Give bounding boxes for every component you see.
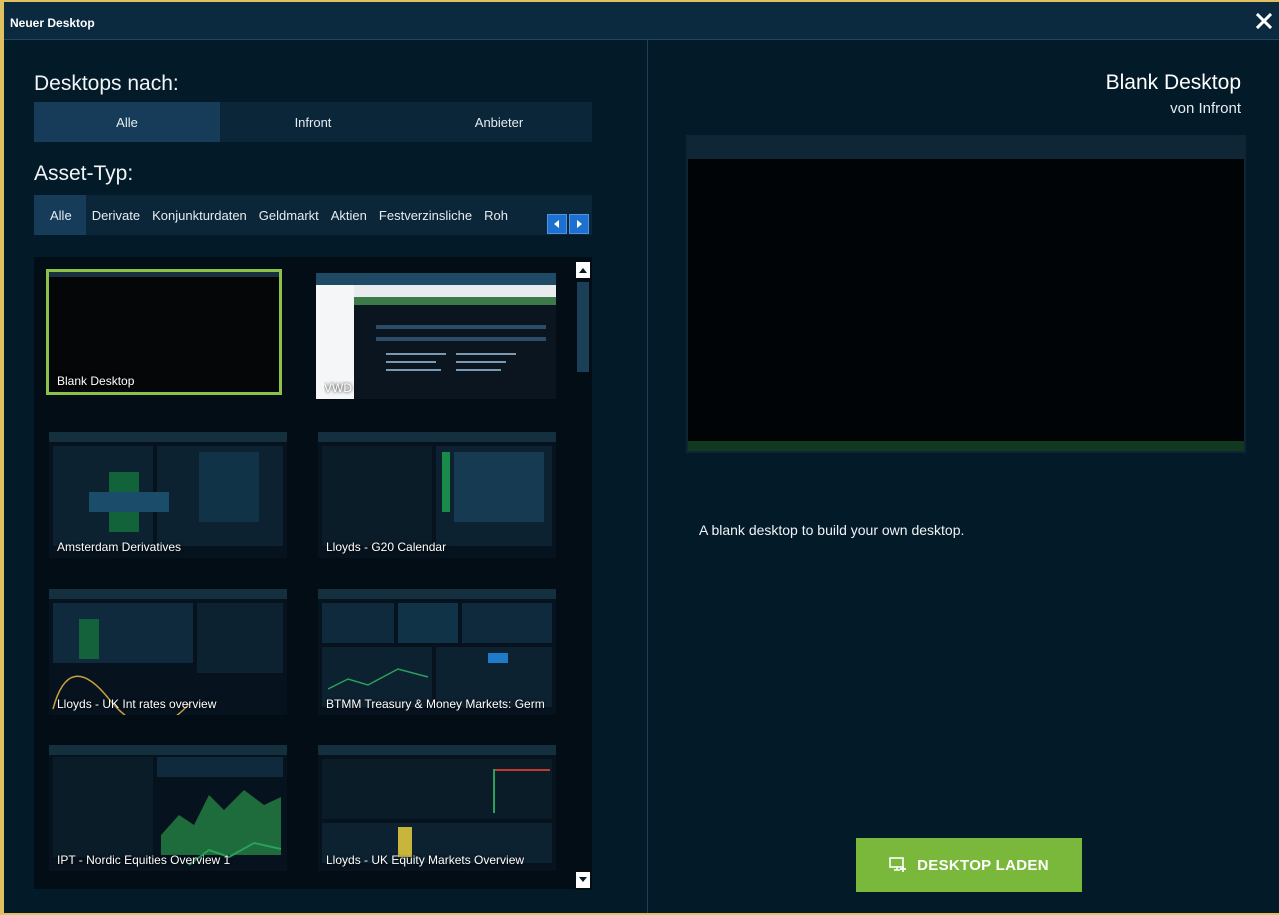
filter-all[interactable]: Alle (34, 102, 220, 142)
dialog-title: Neuer Desktop (10, 16, 95, 30)
selected-desktop-title: Blank Desktop (1105, 71, 1241, 94)
load-desktop-button[interactable]: DESKTOP LADEN (856, 838, 1082, 892)
desktops-by-heading: Desktops nach: (34, 72, 179, 95)
panel-divider (647, 40, 648, 913)
scrollbar-thumb[interactable] (577, 282, 589, 372)
desktop-card-label: Lloyds - G20 Calendar (326, 540, 447, 554)
desktop-card-lloyds-g20-calendar[interactable]: Lloyds - G20 Calendar (318, 432, 556, 558)
filter-provider[interactable]: Anbieter (406, 102, 592, 142)
desktop-card-btmm-treasury[interactable]: BTMM Treasury & Money Markets: Germ (318, 589, 556, 715)
desktop-card-label: Amsterdam Derivatives (57, 540, 182, 554)
asset-tab-money-market[interactable]: Geldmarkt (253, 195, 325, 235)
arrow-down-icon (579, 877, 587, 882)
desktop-card-lloyds-uk-int-rates[interactable]: Lloyds - UK Int rates overview (49, 589, 287, 715)
desktop-card-label: VWD (324, 381, 352, 395)
selected-desktop-description: A blank desktop to build your own deskto… (699, 522, 965, 538)
title-bar: Neuer Desktop (4, 2, 1279, 40)
monitor-add-icon (889, 857, 907, 872)
close-icon[interactable] (1255, 12, 1273, 30)
gallery-scrollbar[interactable] (575, 260, 591, 890)
arrow-left-icon (554, 220, 559, 228)
arrow-up-icon (579, 268, 587, 273)
desktop-preview-image (686, 135, 1246, 453)
desktop-card-label: Lloyds - UK Equity Markets Overview (326, 853, 525, 867)
tabs-scroll-right-button[interactable] (569, 214, 589, 234)
desktop-card-label: Lloyds - UK Int rates overview (57, 697, 217, 711)
load-desktop-label: DESKTOP LADEN (917, 856, 1049, 874)
asset-tab-all[interactable]: Alle (34, 195, 86, 235)
arrow-right-icon (577, 220, 582, 228)
tabs-scroll-left-button[interactable] (547, 214, 567, 234)
scroll-up-button[interactable] (576, 262, 590, 278)
selected-desktop-provider: von Infront (1170, 100, 1241, 117)
desktop-card-vwd[interactable]: VWD (316, 273, 556, 399)
desktops-by-selector: Alle Infront Anbieter (34, 102, 592, 142)
desktop-card-ipt-nordic-equities[interactable]: IPT - Nordic Equities Overview 1 (49, 745, 287, 871)
asset-tab-commodities[interactable]: Roh (478, 195, 514, 235)
asset-type-heading: Asset-Typ: (34, 162, 134, 185)
desktop-card-blank[interactable]: Blank Desktop (46, 269, 282, 395)
asset-tab-fixed-income[interactable]: Festverzinsliche (373, 195, 478, 235)
new-desktop-dialog: Neuer Desktop Desktops nach: Alle Infron… (0, 0, 1279, 915)
desktop-card-amsterdam-derivatives[interactable]: Amsterdam Derivatives (49, 432, 287, 558)
desktop-card-lloyds-uk-equity[interactable]: Lloyds - UK Equity Markets Overview (318, 745, 556, 871)
desktop-card-label: BTMM Treasury & Money Markets: Germ (326, 697, 545, 711)
asset-tab-equities[interactable]: Aktien (325, 195, 373, 235)
scroll-down-button[interactable] (576, 872, 590, 888)
asset-tab-economic-data[interactable]: Konjunkturdaten (146, 195, 253, 235)
asset-type-tabs: Alle Derivate Konjunkturdaten Geldmarkt … (34, 195, 592, 235)
asset-tab-derivatives[interactable]: Derivate (86, 195, 146, 235)
desktop-card-label: IPT - Nordic Equities Overview 1 (57, 853, 231, 867)
desktop-card-label: Blank Desktop (57, 374, 135, 388)
desktop-gallery: Blank Desktop VWD Amsterdam Derivatives … (34, 257, 592, 889)
filter-infront[interactable]: Infront (220, 102, 406, 142)
